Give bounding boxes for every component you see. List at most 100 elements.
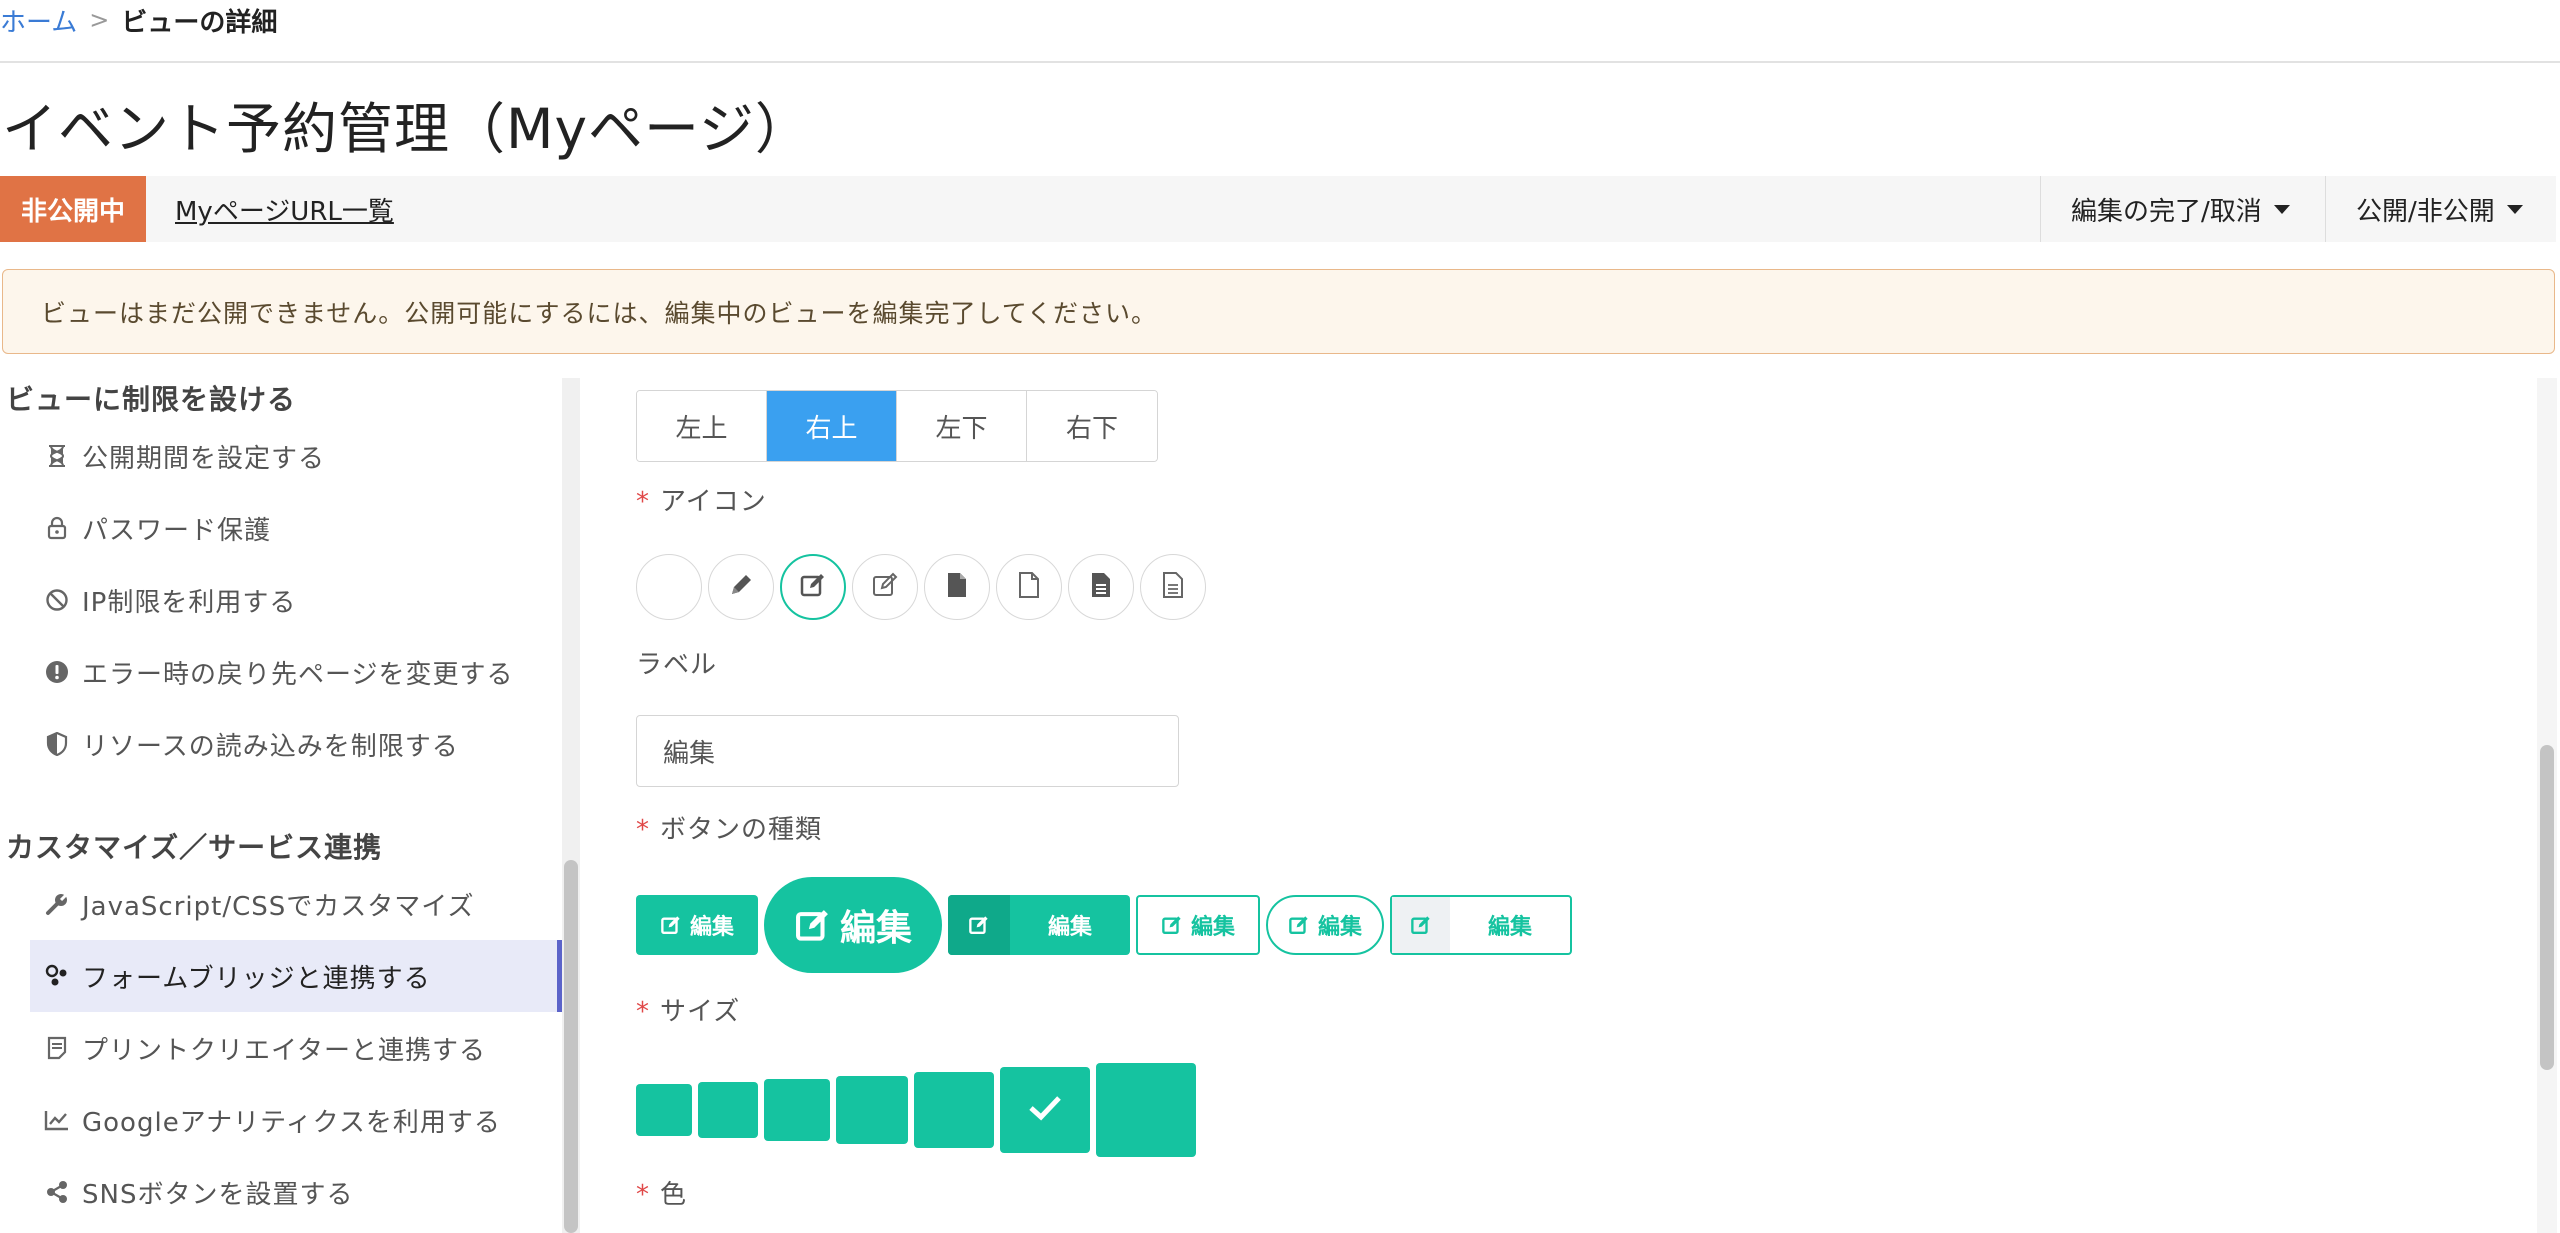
breadcrumb: ホーム > ビューの詳細 xyxy=(0,0,277,40)
sidebar-item-resource-restriction[interactable]: リソースの読み込みを制限する xyxy=(30,708,562,780)
sidebar-item-label: 公開期間を設定する xyxy=(82,443,326,474)
icon-option-edit[interactable] xyxy=(780,554,846,620)
required-mark: * xyxy=(636,997,650,1027)
required-mark: * xyxy=(636,487,650,517)
icon-option-edit-outline[interactable] xyxy=(852,554,918,620)
size-option-3[interactable] xyxy=(764,1079,830,1141)
size-option-4[interactable] xyxy=(836,1076,908,1144)
icon-option-file-text-outline[interactable] xyxy=(1140,554,1206,620)
line-chart-icon xyxy=(44,1107,70,1133)
sidebar-item-label: プリントクリエイターと連携する xyxy=(82,1035,486,1066)
main-scrollbar-thumb[interactable] xyxy=(2540,745,2554,1070)
sidebar-item-label: SNSボタンを設置する xyxy=(82,1179,354,1210)
edit-complete-dropdown[interactable]: 編集の完了/取消 xyxy=(2040,176,2325,242)
position-top-left[interactable]: 左上 xyxy=(637,391,767,461)
sidebar-item-publish-period[interactable]: 公開期間を設定する xyxy=(30,420,562,492)
button-type-sample-text: 編集 xyxy=(1190,915,1235,940)
edit-icon xyxy=(660,914,682,936)
size-option-5[interactable] xyxy=(914,1072,994,1148)
button-type-pill-large[interactable]: 編集 xyxy=(764,877,942,973)
button-type-sample-text: 編集 xyxy=(689,915,734,940)
sidebar-item-google-analytics[interactable]: Googleアナリティクスを利用する xyxy=(30,1084,562,1156)
size-option-7[interactable] xyxy=(1096,1063,1196,1157)
button-type-field-label: * ボタンの種類 xyxy=(636,809,822,846)
exclamation-circle-icon xyxy=(44,659,70,685)
sidebar-item-ip-restriction[interactable]: IP制限を利用する xyxy=(30,564,562,636)
sidebar-item-label: フォームブリッジと連携する xyxy=(82,963,431,994)
lock-icon xyxy=(44,515,70,541)
button-type-sample-text: 編集 xyxy=(1487,915,1532,940)
pencil-icon xyxy=(728,572,754,602)
mypage-url-list-link[interactable]: MyページURL一覧 xyxy=(175,176,394,242)
wrench-icon xyxy=(44,891,70,917)
button-type-outline[interactable]: 編集 xyxy=(1136,895,1260,955)
edit-complete-label: 編集の完了/取消 xyxy=(2071,196,2262,227)
file-text-icon xyxy=(1090,572,1112,602)
file-outline-icon xyxy=(1018,572,1040,602)
sidebar-item-label: リソースの読み込みを制限する xyxy=(82,731,459,762)
button-type-sample-text: 編集 xyxy=(1047,915,1092,940)
breadcrumb-home-link[interactable]: ホーム xyxy=(0,2,77,39)
icon-option-file-outline[interactable] xyxy=(996,554,1062,620)
sidebar-item-label: パスワード保護 xyxy=(82,515,272,546)
icon-option-pencil[interactable] xyxy=(708,554,774,620)
icon-option-none[interactable] xyxy=(636,554,702,620)
color-label-text: 色 xyxy=(660,1180,688,1210)
breadcrumb-current: ビューの詳細 xyxy=(121,7,278,38)
label-field-label: ラベル xyxy=(636,650,718,680)
ban-icon xyxy=(44,587,70,613)
position-bottom-left[interactable]: 左下 xyxy=(897,391,1027,461)
required-mark: * xyxy=(636,815,650,845)
size-field-label: * サイズ xyxy=(636,991,740,1028)
icon-field-label-text: アイコン xyxy=(660,487,767,517)
size-option-1[interactable] xyxy=(636,1084,692,1136)
button-type-solid[interactable]: 編集 xyxy=(636,895,758,955)
position-segmented-control: 左上 右上 左下 右下 xyxy=(636,390,1158,462)
sidebar-item-js-css[interactable]: JavaScript/CSSでカスタマイズ xyxy=(30,868,562,940)
button-type-label-text: ボタンの種類 xyxy=(660,815,823,845)
warning-alert: ビューはまだ公開できません。公開可能にするには、編集中のビューを編集完了してくだ… xyxy=(2,269,2555,354)
file-icon xyxy=(946,572,968,602)
icon-option-file-text[interactable] xyxy=(1068,554,1134,620)
size-label-text: サイズ xyxy=(660,997,741,1027)
hourglass-icon xyxy=(44,443,70,469)
caret-down-icon xyxy=(2506,204,2523,214)
status-bar: 非公開中 MyページURL一覧 編集の完了/取消 公開/非公開 xyxy=(0,176,2556,242)
edit-icon xyxy=(1161,914,1183,936)
icon-field-label: * アイコン xyxy=(636,481,767,518)
page-title: イベント予約管理（Myページ） xyxy=(2,97,811,161)
button-type-sample-text: 編集 xyxy=(839,908,912,949)
divider xyxy=(0,61,2560,63)
button-type-outline-split[interactable]: 編集 xyxy=(1390,895,1572,955)
share-icon xyxy=(44,1179,70,1205)
edit-icon xyxy=(948,895,1010,955)
sidebar-scrollbar-thumb[interactable] xyxy=(564,860,578,1233)
sidebar-item-sns[interactable]: SNSボタンを設置する xyxy=(30,1156,562,1228)
required-mark: * xyxy=(636,1180,650,1210)
edit-outline-icon xyxy=(871,571,899,603)
sidebar-item-label: JavaScript/CSSでカスタマイズ xyxy=(82,891,475,922)
size-selector xyxy=(636,1062,1202,1158)
size-option-2[interactable] xyxy=(698,1082,758,1138)
button-type-split[interactable]: 編集 xyxy=(948,895,1130,955)
breadcrumb-separator: > xyxy=(89,6,110,34)
edit-icon xyxy=(794,906,832,944)
sidebar-item-label: IP制限を利用する xyxy=(82,587,297,618)
button-type-outline-pill[interactable]: 編集 xyxy=(1266,895,1384,955)
position-bottom-right[interactable]: 右下 xyxy=(1027,391,1157,461)
label-input[interactable] xyxy=(636,715,1179,787)
sidebar-item-printcreator[interactable]: プリントクリエイターと連携する xyxy=(30,1012,562,1084)
sidebar-item-error-page[interactable]: エラー時の戻り先ページを変更する xyxy=(30,636,562,708)
check-icon xyxy=(1028,1095,1062,1125)
publish-dropdown[interactable]: 公開/非公開 xyxy=(2325,176,2556,242)
sidebar-item-label: Googleアナリティクスを利用する xyxy=(82,1107,501,1138)
edit-icon xyxy=(1392,897,1450,953)
caret-down-icon xyxy=(2273,204,2290,214)
sidebar-item-formbridge[interactable]: フォームブリッジと連携する xyxy=(30,940,562,1012)
button-type-selector: 編集 編集 編集 編集 編集 編集 xyxy=(636,876,1578,974)
size-option-6[interactable] xyxy=(1000,1067,1090,1153)
icon-option-file[interactable] xyxy=(924,554,990,620)
position-top-right[interactable]: 右上 xyxy=(767,391,897,461)
shield-icon xyxy=(44,731,70,757)
sidebar-item-password[interactable]: パスワード保護 xyxy=(30,492,562,564)
